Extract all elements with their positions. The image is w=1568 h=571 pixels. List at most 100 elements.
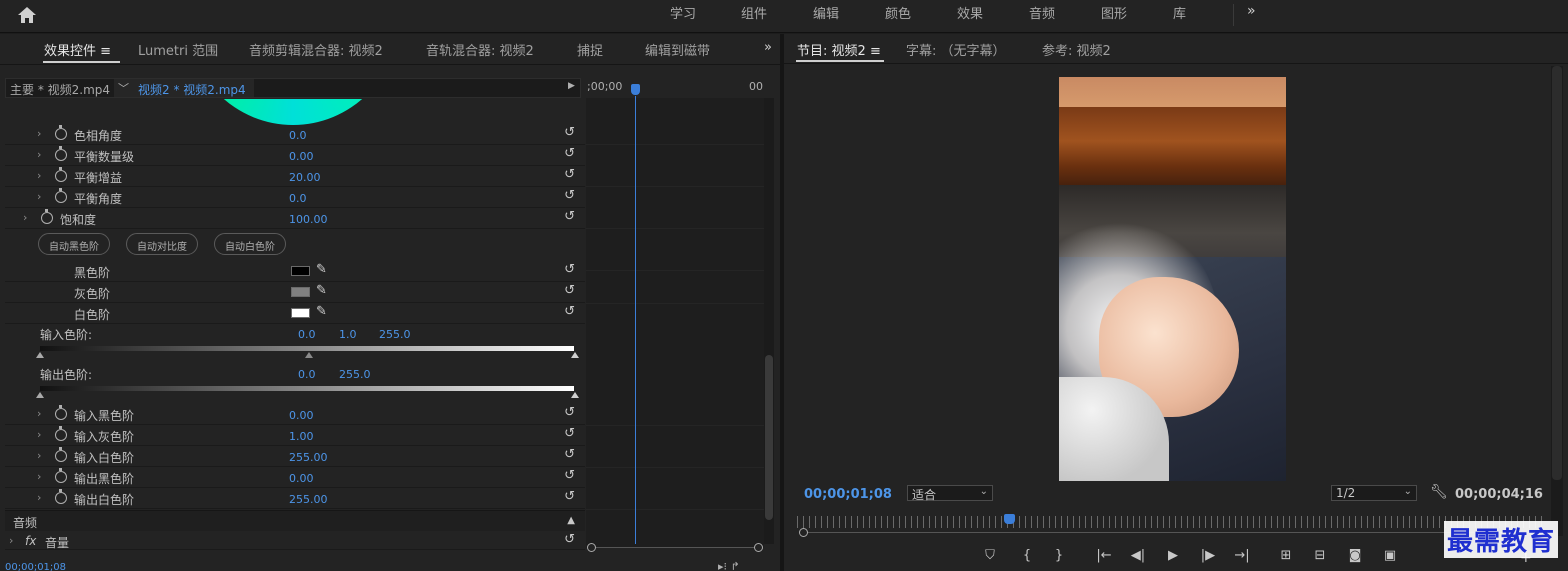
output-black-handle[interactable] — [36, 392, 44, 398]
tab-capture[interactable]: 捕捉 — [577, 40, 603, 59]
playhead-handle[interactable] — [631, 84, 640, 95]
param-value[interactable]: 0.0 — [289, 192, 307, 205]
stopwatch-icon[interactable] — [55, 167, 67, 182]
output-black-value[interactable]: 0.0 — [298, 368, 316, 381]
video-frame[interactable] — [1059, 77, 1286, 481]
stopwatch-icon[interactable] — [55, 489, 67, 504]
lift-icon[interactable]: ⊞ — [1275, 548, 1297, 566]
input-white-handle[interactable] — [571, 352, 579, 358]
stopwatch-icon[interactable] — [55, 188, 67, 203]
reset-icon[interactable]: ↺ — [564, 262, 575, 277]
param-value[interactable]: 100.00 — [289, 213, 328, 226]
tab-captions[interactable]: 字幕: （无字幕） — [906, 40, 1006, 59]
effect-controls-timecode[interactable]: 00;00;01;08 — [5, 562, 66, 571]
reset-icon[interactable]: ↺ — [564, 468, 575, 483]
fit-select[interactable]: 适合 ⌄ — [907, 485, 993, 502]
effect-timeline[interactable] — [586, 78, 764, 548]
chevron-right-icon[interactable]: › — [37, 470, 41, 483]
output-white-handle[interactable] — [571, 392, 579, 398]
param-value[interactable]: 255.00 — [289, 493, 328, 506]
stopwatch-icon[interactable] — [55, 146, 67, 161]
play-triangle-icon[interactable]: ▶ — [568, 81, 575, 91]
color-wheel[interactable] — [188, 99, 398, 125]
tab-program[interactable]: 节目: 视频2 ≡ — [797, 40, 881, 59]
filter-and-loop-icons[interactable]: ▸⁝ ↱ — [718, 560, 740, 571]
workspace-color[interactable]: 颜色 — [885, 3, 911, 22]
stopwatch-icon[interactable] — [55, 426, 67, 441]
input-white-value[interactable]: 255.0 — [379, 328, 411, 341]
reset-icon[interactable]: ↺ — [564, 283, 575, 298]
workspace-assembly[interactable]: 组件 — [741, 3, 767, 22]
tab-effect-controls[interactable]: 效果控件 ≡ — [44, 40, 111, 59]
monitor-time-ruler[interactable] — [797, 516, 1545, 528]
reset-icon[interactable]: ↺ — [564, 426, 575, 441]
sequence-clip-label[interactable]: 视频2 * 视频2.mp4 — [138, 81, 246, 98]
chevron-right-icon[interactable]: › — [9, 534, 13, 547]
tab-edit-to-tape[interactable]: 编辑到磁带 — [645, 40, 710, 59]
add-marker-icon[interactable]: ⛉ — [979, 548, 1001, 566]
chevron-down-icon[interactable]: ﹀ — [118, 80, 129, 96]
fx-icon[interactable]: fx — [25, 534, 36, 548]
chevron-right-icon[interactable]: › — [37, 148, 41, 161]
auto-white-level-button[interactable]: 自动白色阶 — [214, 233, 286, 255]
go-to-out-icon[interactable]: →| — [1231, 548, 1253, 566]
gray-swatch[interactable] — [291, 287, 310, 297]
white-swatch[interactable] — [291, 308, 310, 318]
tab-reference[interactable]: 参考: 视频2 — [1042, 40, 1111, 59]
param-value[interactable]: 0.00 — [289, 472, 314, 485]
reset-icon[interactable]: ↺ — [564, 167, 575, 182]
workspace-overflow-icon[interactable]: » — [1247, 3, 1256, 19]
panel-overflow-icon[interactable]: » — [764, 40, 772, 55]
param-value[interactable]: 1.00 — [289, 430, 314, 443]
reset-icon[interactable]: ↺ — [564, 489, 575, 504]
stopwatch-icon[interactable] — [55, 405, 67, 420]
eyedropper-icon[interactable]: ✎ — [316, 304, 327, 319]
resolution-select[interactable]: 1/2 ⌄ — [1331, 485, 1417, 501]
extract-icon[interactable]: ⊟ — [1309, 548, 1331, 566]
chevron-right-icon[interactable]: › — [37, 169, 41, 182]
chevron-right-icon[interactable]: › — [37, 407, 41, 420]
tab-audio-track-mixer[interactable]: 音轨混合器: 视频2 — [426, 40, 534, 59]
output-white-value[interactable]: 255.0 — [339, 368, 371, 381]
playhead-timecode[interactable]: 00;00;01;08 — [804, 487, 892, 502]
master-clip-label[interactable]: 主要 * 视频2.mp4 — [10, 81, 110, 98]
mark-out-icon[interactable]: } — [1048, 548, 1070, 566]
step-back-icon[interactable]: ◀| — [1127, 548, 1149, 566]
reset-icon[interactable]: ↺ — [564, 532, 575, 547]
workspace-editing[interactable]: 编辑 — [813, 3, 839, 22]
workspace-graphics[interactable]: 图形 — [1101, 3, 1127, 22]
input-gray-value[interactable]: 1.0 — [339, 328, 357, 341]
param-value[interactable]: 0.00 — [289, 409, 314, 422]
eyedropper-icon[interactable]: ✎ — [316, 283, 327, 298]
reset-icon[interactable]: ↺ — [564, 405, 575, 420]
black-swatch[interactable] — [291, 266, 310, 276]
reset-icon[interactable]: ↺ — [564, 125, 575, 140]
panel-menu-icon[interactable]: ≡ — [100, 44, 111, 59]
stopwatch-icon[interactable] — [55, 125, 67, 140]
panel-menu-icon[interactable]: ≡ — [870, 44, 881, 59]
camera-icon[interactable]: ◙ — [1344, 548, 1366, 566]
wrench-icon[interactable]: 🔧︎ — [1430, 484, 1448, 500]
auto-contrast-button[interactable]: 自动对比度 — [126, 233, 198, 255]
reset-icon[interactable]: ↺ — [564, 447, 575, 462]
reset-icon[interactable]: ↺ — [564, 209, 575, 224]
param-value[interactable]: 20.00 — [289, 171, 321, 184]
workspace-effects[interactable]: 效果 — [957, 3, 983, 22]
tab-lumetri-scopes[interactable]: Lumetri 范围 — [138, 40, 218, 59]
mark-in-icon[interactable]: { — [1016, 548, 1038, 566]
param-value[interactable]: 255.00 — [289, 451, 328, 464]
stopwatch-icon[interactable] — [55, 447, 67, 462]
timeline-zoom-bar[interactable] — [587, 543, 763, 554]
chevron-right-icon[interactable]: › — [37, 127, 41, 140]
panel-tab-overflow-icon[interactable]: ) — [0, 40, 1, 55]
param-value[interactable]: 0.00 — [289, 150, 314, 163]
zoom-start-handle[interactable] — [587, 543, 596, 552]
tab-audio-clip-mixer[interactable]: 音频剪辑混合器: 视频2 — [249, 40, 383, 59]
reset-icon[interactable]: ↺ — [564, 304, 575, 319]
go-to-in-icon[interactable]: |← — [1093, 548, 1115, 566]
zoom-end-handle[interactable] — [754, 543, 763, 552]
reset-icon[interactable]: ↺ — [564, 146, 575, 161]
home-icon[interactable] — [16, 5, 38, 25]
chevron-right-icon[interactable]: › — [37, 449, 41, 462]
reset-icon[interactable]: ↺ — [564, 188, 575, 203]
